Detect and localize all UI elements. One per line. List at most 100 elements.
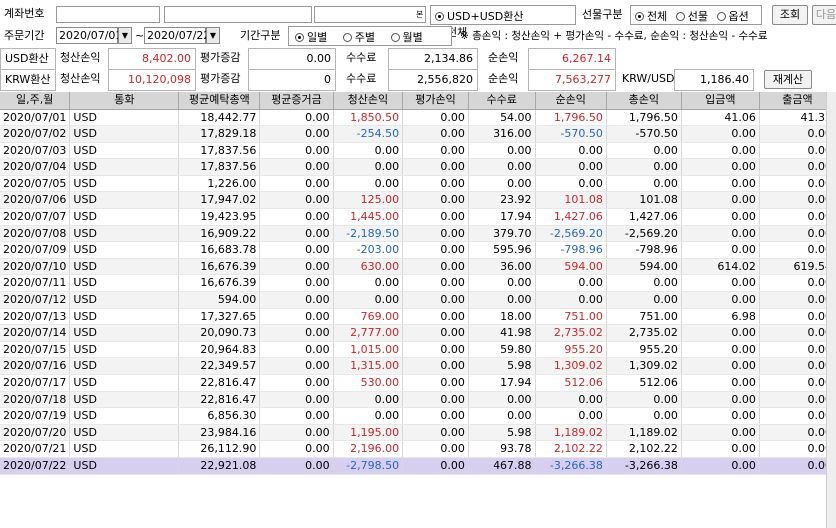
recalculate-button[interactable]: 재계산 [764, 70, 812, 89]
table-cell: 1,315.00 [333, 357, 404, 375]
table-cell: 0.00 [402, 208, 469, 226]
table-cell: 18,442.77 [178, 109, 261, 127]
date-to-dropdown[interactable]: ▼ [206, 27, 220, 44]
radio-product-all[interactable]: 전체 [635, 8, 667, 24]
table-row[interactable]: 2020/07/16 USD 22,349.57 0.00 1,315.00 0.00 5.… [0, 357, 836, 375]
radio-weekly-label: 주별 [354, 31, 375, 44]
account-number-input[interactable] [56, 6, 160, 23]
table-row[interactable]: 2020/07/07 USD 19,423.95 0.00 1,445.00 0.00 17… [0, 208, 836, 226]
table-cell: 0.00 [259, 142, 334, 160]
password-input[interactable] [314, 6, 426, 23]
krw-fee-label: 수수료 [346, 69, 386, 91]
table-cell: 0.00 [259, 341, 334, 359]
table-cell: 0.00 [402, 308, 469, 326]
column-header[interactable]: 총손익 [606, 92, 682, 110]
table-cell: 467.88 [468, 457, 536, 475]
table-cell: USD [69, 175, 180, 193]
table-cell: 1,189.02 [606, 424, 682, 442]
column-header[interactable]: 입금액 [681, 92, 760, 110]
radio-daily[interactable]: 일별 [295, 29, 327, 45]
table-cell: 41.06 [681, 109, 760, 127]
table-row[interactable]: 2020/07/01 USD 18,442.77 0.00 1,850.50 0.00 54… [0, 109, 836, 127]
date-from-dropdown[interactable]: ▼ [118, 27, 132, 44]
table-row[interactable]: 2020/07/09 USD 16,683.78 0.00 -203.00 0.00 595… [0, 241, 836, 259]
table-cell: 0.00 [468, 391, 536, 409]
radio-weekly[interactable]: 주별 [342, 29, 375, 45]
table-row[interactable]: 2020/07/12 USD 594.00 0.00 0.00 0.00 0.00 0.00 0… [0, 291, 836, 309]
table-row[interactable]: 2020/07/14 USD 20,090.73 0.00 2,777.00 0.00 41… [0, 324, 836, 342]
table-row[interactable]: 2020/07/20 USD 23,984.16 0.00 1,195.00 0.00 5.… [0, 424, 836, 442]
column-header[interactable]: 수수료 [468, 92, 536, 110]
date-from-input[interactable]: 2020/07/01 [56, 27, 122, 44]
column-header[interactable]: 평균예탁총액 [178, 92, 261, 110]
table-cell: 22,921.08 [178, 457, 261, 475]
table-cell: USD [69, 274, 180, 293]
table-cell: 59.80 [468, 341, 536, 359]
table-row[interactable]: 2020/07/05 USD 1,226.00 0.00 0.00 0.00 0.00 0.0… [0, 175, 836, 193]
query-button[interactable]: 조회 [772, 5, 808, 25]
table-cell: 0.00 [681, 407, 760, 425]
table-row[interactable]: 2020/07/22 USD 22,921.08 0.00 -2,798.50 0.00 4… [0, 457, 836, 475]
usd-realized-label: 청산손익 [60, 48, 110, 70]
column-header[interactable]: 청산손익 [333, 92, 404, 110]
table-row[interactable]: 2020/07/17 USD 22,816.47 0.00 530.00 0.00 17.9… [0, 374, 836, 392]
column-header[interactable]: 통화 [69, 92, 180, 110]
table-cell: -3,266.38 [535, 457, 607, 475]
table-cell: 18.00 [468, 308, 536, 326]
table-row[interactable]: 2020/07/06 USD 17,947.02 0.00 125.00 0.00 23.9… [0, 191, 836, 210]
table-cell: 0.00 [402, 424, 469, 442]
table-header-row: 일,주,월 통화 평균예탁총액 평균증거금 청산손익 평가손익 수수료 순손익 총손익 입금액 출금… [0, 92, 836, 110]
table-row[interactable]: 2020/07/02 USD 17,829.18 0.00 -254.50 0.00 316… [0, 125, 836, 143]
radio-options[interactable]: 옵션 [716, 8, 749, 24]
column-header[interactable]: 순손익 [535, 92, 607, 110]
table-cell: USD [69, 324, 180, 342]
table-cell: 0.00 [759, 125, 836, 143]
column-header[interactable]: 평가손익 [402, 92, 469, 110]
next-button[interactable]: 다음 [812, 5, 836, 25]
table-cell: 0.00 [333, 175, 404, 193]
currency-radio-group: USD+USD환산 전체 [430, 5, 576, 39]
table-row[interactable]: 2020/07/08 USD 16,909.22 0.00 -2,189.50 0.00 3… [0, 225, 836, 243]
table-cell: 2020/07/12 [0, 291, 71, 309]
table-cell: 1,796.50 [606, 109, 682, 127]
table-cell: 0.00 [681, 142, 760, 160]
table-cell: 2,196.00 [333, 440, 404, 458]
table-cell: 101.08 [535, 191, 607, 210]
radio-futures[interactable]: 선물 [675, 8, 708, 24]
table-row[interactable]: 2020/07/15 USD 20,964.83 0.00 1,015.00 0.00 59… [0, 341, 836, 359]
table-cell: 595.96 [468, 241, 536, 259]
table-cell: 2,102.22 [606, 440, 682, 458]
column-header[interactable]: 평균증거금 [259, 92, 334, 110]
table-row[interactable]: 2020/07/11 USD 16,676.39 0.00 0.00 0.00 0.00 0.… [0, 274, 836, 293]
table-cell: 1,195.00 [333, 424, 404, 442]
table-cell: USD [69, 208, 180, 226]
table-row[interactable]: 2020/07/13 USD 17,327.65 0.00 769.00 0.00 18.0… [0, 308, 836, 326]
table-cell: 2020/07/19 [0, 407, 71, 425]
krw-realized-label: 청산손익 [60, 69, 110, 91]
vertical-scrollbar[interactable] [826, 92, 836, 528]
date-to-input[interactable]: 2020/07/22 [144, 27, 210, 44]
table-row[interactable]: 2020/07/10 USD 16,676.39 0.00 630.00 0.00 36.0… [0, 258, 836, 276]
table-cell: 22,816.47 [178, 391, 261, 409]
radio-monthly[interactable]: 월별 [390, 29, 423, 45]
table-cell: 0.00 [402, 391, 469, 409]
table-cell: 0.00 [259, 208, 334, 226]
table-row[interactable]: 2020/07/21 USD 26,112.90 0.00 2,196.00 0.00 93… [0, 440, 836, 458]
table-cell: 0.00 [333, 274, 404, 293]
table-row[interactable]: 2020/07/18 USD 22,816.47 0.00 0.00 0.00 0.00 0.… [0, 391, 836, 409]
table-row[interactable]: 2020/07/03 USD 17,837.56 0.00 0.00 0.00 0.00 0.… [0, 142, 836, 160]
table-cell: 0.00 [333, 142, 404, 160]
table-row[interactable]: 2020/07/19 USD 6,856.30 0.00 0.00 0.00 0.00 0.0… [0, 407, 836, 425]
column-header[interactable]: 출금액 [759, 92, 836, 110]
radio-usd[interactable]: USD+USD환산 [435, 8, 523, 24]
table-cell: 955.20 [535, 341, 607, 359]
table-cell: USD [69, 142, 180, 160]
table-cell: 0.00 [468, 158, 536, 176]
table-row[interactable]: 2020/07/04 USD 17,837.56 0.00 0.00 0.00 0.00 0.… [0, 158, 836, 176]
column-header[interactable]: 일,주,월 [0, 92, 71, 110]
table-cell: -570.50 [606, 125, 682, 143]
table-cell: 0.00 [468, 407, 536, 425]
table-cell: 0.00 [259, 308, 334, 326]
small-mark: 본 [416, 10, 424, 19]
exchange-rate-input[interactable]: 1,186.40 [674, 69, 754, 91]
